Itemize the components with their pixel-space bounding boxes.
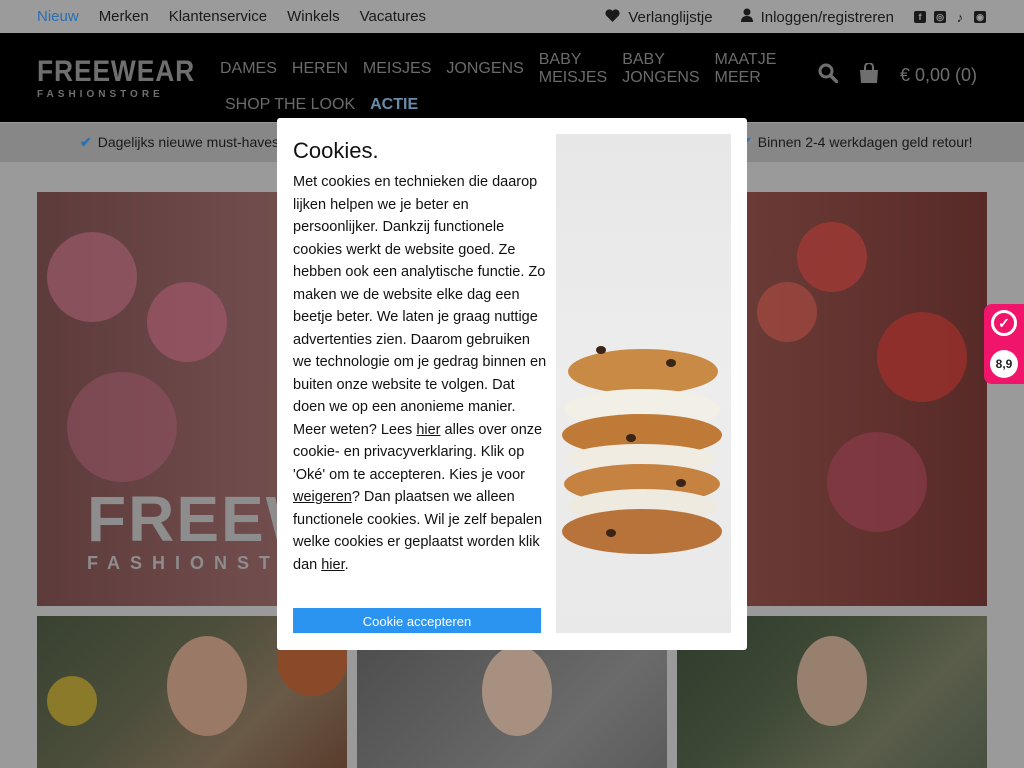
cookie-modal-body: Met cookies en technieken die daarop lij… xyxy=(293,171,548,576)
nav-baby-jongens[interactable]: BABY JONGENS xyxy=(622,51,699,87)
nav-heren[interactable]: HEREN xyxy=(292,60,348,78)
whatsapp-icon[interactable]: ◉ xyxy=(974,11,986,23)
cookie-text-part: Met cookies en technieken die daarop lij… xyxy=(293,174,547,438)
logo-text: FREEWEAR xyxy=(37,55,196,88)
refuse-link[interactable]: weigeren xyxy=(293,489,352,505)
wishlist-link[interactable]: Verlanglijstje xyxy=(628,9,712,26)
hero-flower-decoration xyxy=(47,232,137,322)
main-header: FREEWEAR FASHIONSTORE DAMES HEREN MEISJE… xyxy=(0,33,1024,122)
cookie-settings-link[interactable]: hier xyxy=(321,557,344,573)
model-photo-face xyxy=(167,636,247,736)
top-nav-merken[interactable]: Merken xyxy=(99,8,149,25)
cookie-decoration xyxy=(568,349,718,394)
main-nav-row-1: DAMES HEREN MEISJES JONGENS BABY MEISJES… xyxy=(220,51,780,87)
chocolate-chip xyxy=(606,529,616,537)
model-photo-face xyxy=(482,646,552,736)
model-photo-face xyxy=(797,636,867,726)
logo-subtext: FASHIONSTORE xyxy=(37,89,164,100)
review-rating-badge[interactable]: ✓ 8,9 xyxy=(984,304,1024,384)
accept-cookies-button[interactable]: Cookie accepteren xyxy=(293,608,541,633)
main-nav: DAMES HEREN MEISJES JONGENS BABY MEISJES… xyxy=(220,51,780,123)
chocolate-chip xyxy=(666,359,676,367)
usp-item-return: ✔Binnen 2-4 werkdagen geld retour! xyxy=(740,134,973,151)
top-nav-nieuw[interactable]: Nieuw xyxy=(37,8,79,25)
top-right-links: Verlanglijstje Inloggen/registreren f ◎ … xyxy=(605,8,986,26)
facebook-icon[interactable]: f xyxy=(914,11,926,23)
chocolate-chip xyxy=(596,346,606,354)
instagram-icon[interactable]: ◎ xyxy=(934,11,946,23)
hero-flower-decoration xyxy=(757,282,817,342)
top-nav: Nieuw Merken Klantenservice Winkels Vaca… xyxy=(37,8,426,25)
hero-flower-decoration xyxy=(147,282,227,362)
hero-flower-decoration xyxy=(827,432,927,532)
freewear-logo[interactable]: FREEWEAR FASHIONSTORE xyxy=(37,57,217,101)
nav-meisjes[interactable]: MEISJES xyxy=(363,60,431,78)
usp-text-return: Binnen 2-4 werkdagen geld retour! xyxy=(757,134,973,150)
cookie-modal-title: Cookies. xyxy=(293,138,379,163)
nav-shop-the-look[interactable]: SHOP THE LOOK xyxy=(225,96,355,114)
cookie-modal: Cookies. Met cookies en technieken die d… xyxy=(277,118,747,650)
hero-flower-decoration xyxy=(797,222,867,292)
privacy-link[interactable]: hier xyxy=(416,422,440,438)
nav-maatje-meer[interactable]: MAATJE MEER xyxy=(715,51,780,87)
chocolate-chip xyxy=(626,434,636,442)
checkmark-rating-icon: ✓ xyxy=(991,310,1017,336)
search-icon[interactable] xyxy=(818,63,839,88)
nav-jongens[interactable]: JONGENS xyxy=(446,60,523,78)
nav-baby-meisjes[interactable]: BABY MEISJES xyxy=(539,51,607,87)
top-nav-klantenservice[interactable]: Klantenservice xyxy=(169,8,267,25)
cookies-image xyxy=(556,134,731,633)
cart-total[interactable]: € 0,00 (0) xyxy=(900,65,977,86)
login-link[interactable]: Inloggen/registreren xyxy=(761,9,894,26)
hero-flower-decoration xyxy=(67,372,177,482)
nav-actie[interactable]: ACTIE xyxy=(370,96,418,114)
rating-score: 8,9 xyxy=(990,350,1018,378)
tiktok-icon[interactable]: ♪ xyxy=(954,10,966,25)
top-bar: Nieuw Merken Klantenservice Winkels Vaca… xyxy=(0,0,1024,33)
heart-icon xyxy=(605,8,620,26)
top-nav-winkels[interactable]: Winkels xyxy=(287,8,340,25)
hero-flower-decoration xyxy=(877,312,967,402)
shopping-bag-icon[interactable] xyxy=(858,62,880,88)
cookie-decoration xyxy=(562,509,722,554)
top-nav-vacatures[interactable]: Vacatures xyxy=(360,8,426,25)
lemon-decoration xyxy=(47,676,97,726)
chocolate-chip xyxy=(676,479,686,487)
header-actions: € 0,00 (0) xyxy=(818,62,977,88)
checkmark-icon: ✔ xyxy=(80,134,92,150)
nav-dames[interactable]: DAMES xyxy=(220,60,277,78)
user-icon xyxy=(740,8,753,26)
cookie-text-part: . xyxy=(344,556,349,573)
